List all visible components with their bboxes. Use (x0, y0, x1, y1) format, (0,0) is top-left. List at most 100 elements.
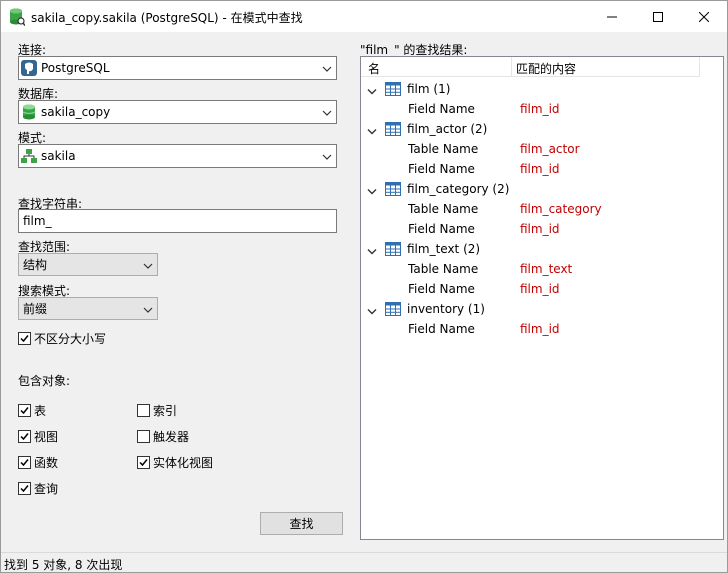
match-row[interactable]: Table Name film_actor (361, 139, 699, 159)
minimize-button[interactable] (589, 1, 635, 32)
chevron-down-icon[interactable] (367, 305, 377, 315)
match-row[interactable]: Field Name film_id (361, 279, 699, 299)
title-bar: sakila_copy.sakila (PostgreSQL) - 在模式中查找 (1, 1, 727, 32)
case-insensitive-checkbox[interactable]: 不区分大小写 (18, 330, 106, 347)
find-in-schema-window: sakila_copy.sakila (PostgreSQL) - 在模式中查找… (0, 0, 728, 573)
include-functions-checkbox[interactable]: 函数 (18, 454, 58, 471)
maximize-button[interactable] (635, 1, 681, 32)
table-group-row[interactable]: film_actor (2) (361, 119, 699, 139)
match-value: film_id (520, 102, 560, 116)
results-header: 名 匹配的内容 (361, 57, 699, 77)
database-search-icon (9, 8, 26, 26)
match-row[interactable]: Table Name film_category (361, 199, 699, 219)
table-icon (385, 301, 401, 317)
table-group-row[interactable]: film_text (2) (361, 239, 699, 259)
table-icon (385, 121, 401, 137)
table-group-name: film_category (2) (407, 182, 510, 196)
table-icon (385, 181, 401, 197)
checkbox-box (18, 456, 31, 469)
database-value: sakila_copy (41, 105, 111, 119)
search-scope-value: 结构 (23, 258, 48, 272)
match-value: film_text (520, 262, 573, 276)
include-views-checkbox[interactable]: 视图 (18, 428, 58, 445)
database-select[interactable]: sakila_copy (18, 100, 337, 124)
include-views-label: 视图 (34, 430, 59, 444)
checkmark-icon (20, 459, 29, 467)
checkmark-icon (20, 335, 29, 343)
schema-value: sakila (41, 149, 76, 163)
table-group-name: film_text (2) (407, 242, 481, 256)
table-group-name: film_actor (2) (407, 122, 488, 136)
include-objects-label: 包含对象: (18, 374, 71, 388)
include-materialized-views-label: 实体化视图 (153, 456, 214, 470)
column-divider[interactable] (511, 57, 512, 77)
chevron-down-icon (322, 63, 332, 73)
include-triggers-label: 触发器 (153, 430, 190, 444)
match-kind: Field Name (408, 282, 475, 296)
chevron-down-icon (322, 151, 332, 161)
chevron-down-icon[interactable] (367, 85, 377, 95)
table-icon (385, 241, 401, 257)
status-text: 找到 5 对象, 8 次出现 (4, 558, 123, 572)
include-tables-checkbox[interactable]: 表 (18, 402, 46, 419)
include-indexes-checkbox[interactable]: 索引 (137, 402, 177, 419)
table-group-name: film (1) (407, 82, 451, 96)
checkbox-box (137, 430, 150, 443)
checkbox-box (18, 430, 31, 443)
header-corner (699, 57, 723, 77)
schema-icon (21, 148, 37, 164)
column-header-match[interactable]: 匹配的内容 (516, 60, 576, 77)
chevron-down-icon[interactable] (367, 185, 377, 195)
table-group-row[interactable]: film_category (2) (361, 179, 699, 199)
include-materialized-views-checkbox[interactable]: 实体化视图 (137, 454, 213, 471)
chevron-down-icon[interactable] (367, 245, 377, 255)
checkbox-box (18, 332, 31, 345)
close-button[interactable] (681, 1, 727, 32)
checkmark-icon (20, 485, 29, 493)
checkbox-box (137, 404, 150, 417)
checkmark-icon (139, 459, 148, 467)
include-tables-label: 表 (34, 404, 47, 418)
dialog-body: 连接: PostgreSQL 数据库: sakila_copy 模式: saki… (1, 32, 727, 552)
schema-select[interactable]: sakila (18, 144, 337, 168)
search-scope-select[interactable]: 结构 (18, 253, 158, 276)
match-row[interactable]: Field Name film_id (361, 159, 699, 179)
search-mode-value: 前缀 (23, 302, 48, 316)
checkbox-box (18, 482, 31, 495)
maximize-icon (653, 11, 663, 22)
match-row[interactable]: Field Name film_id (361, 99, 699, 119)
chevron-down-icon[interactable] (367, 125, 377, 135)
checkmark-icon (20, 433, 29, 441)
table-group-name: inventory (1) (407, 302, 485, 316)
match-row[interactable]: Table Name film_text (361, 259, 699, 279)
table-icon (385, 81, 401, 97)
match-kind: Table Name (408, 142, 479, 156)
include-queries-checkbox[interactable]: 查询 (18, 480, 58, 497)
connection-value: PostgreSQL (41, 61, 110, 75)
column-header-name[interactable]: 名 (368, 60, 380, 77)
match-kind: Field Name (408, 322, 475, 336)
match-kind: Table Name (408, 262, 479, 276)
chevron-down-icon (143, 260, 153, 270)
search-string-input[interactable]: film_ (18, 209, 337, 233)
status-bar: 找到 5 对象, 8 次出现 (1, 552, 727, 572)
match-kind: Field Name (408, 222, 475, 236)
results-tree[interactable]: 名 匹配的内容 film (1) Field Name film_id film_ac… (360, 56, 724, 540)
postgresql-elephant-icon (21, 60, 37, 76)
checkbox-box (137, 456, 150, 469)
include-triggers-checkbox[interactable]: 触发器 (137, 428, 189, 445)
match-row[interactable]: Field Name film_id (361, 219, 699, 239)
find-button[interactable]: 查找 (260, 512, 343, 535)
chevron-down-icon (322, 107, 332, 117)
table-group-row[interactable]: inventory (1) (361, 299, 699, 319)
checkmark-icon (20, 407, 29, 415)
table-group-row[interactable]: film (1) (361, 79, 699, 99)
chevron-down-icon (143, 304, 153, 314)
match-kind: Field Name (408, 162, 475, 176)
match-value: film_id (520, 282, 560, 296)
search-mode-select[interactable]: 前缀 (18, 297, 158, 320)
match-row[interactable]: Field Name film_id (361, 319, 699, 339)
connection-select[interactable]: PostgreSQL (18, 56, 337, 80)
match-kind: Table Name (408, 202, 479, 216)
include-queries-label: 查询 (34, 482, 59, 496)
